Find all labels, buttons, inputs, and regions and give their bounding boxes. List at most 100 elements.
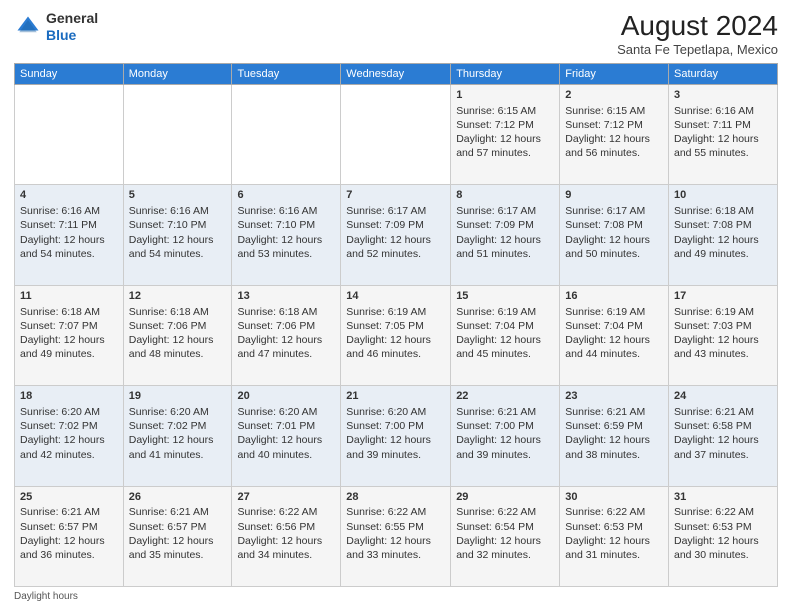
location-title: Santa Fe Tepetlapa, Mexico	[617, 42, 778, 57]
month-year-title: August 2024	[617, 10, 778, 42]
day-info-line: Sunset: 7:06 PM	[237, 319, 335, 333]
day-info-line: Sunset: 7:11 PM	[674, 118, 772, 132]
day-info-line: Sunrise: 6:21 AM	[20, 505, 118, 519]
calendar-cell	[341, 85, 451, 185]
calendar-header: SundayMondayTuesdayWednesdayThursdayFrid…	[15, 64, 778, 85]
day-number: 1	[456, 88, 554, 103]
header-day-saturday: Saturday	[669, 64, 778, 85]
calendar-cell: 23Sunrise: 6:21 AMSunset: 6:59 PMDayligh…	[560, 386, 669, 486]
logo: General Blue	[14, 10, 98, 44]
calendar-cell: 25Sunrise: 6:21 AMSunset: 6:57 PMDayligh…	[15, 486, 124, 586]
day-info-line: Daylight: 12 hours and 52 minutes.	[346, 233, 445, 261]
day-info-line: Sunrise: 6:22 AM	[346, 505, 445, 519]
calendar-cell	[15, 85, 124, 185]
logo-blue: Blue	[46, 27, 76, 43]
day-info-line: Sunrise: 6:22 AM	[237, 505, 335, 519]
calendar-cell: 2Sunrise: 6:15 AMSunset: 7:12 PMDaylight…	[560, 85, 669, 185]
day-number: 15	[456, 289, 554, 304]
week-row-2: 4Sunrise: 6:16 AMSunset: 7:11 PMDaylight…	[15, 185, 778, 285]
day-info-line: Sunrise: 6:17 AM	[346, 204, 445, 218]
day-info-line: Sunrise: 6:17 AM	[456, 204, 554, 218]
day-info-line: Sunrise: 6:16 AM	[20, 204, 118, 218]
day-info-line: Sunset: 6:59 PM	[565, 419, 663, 433]
day-info-line: Sunrise: 6:21 AM	[456, 405, 554, 419]
calendar-cell: 13Sunrise: 6:18 AMSunset: 7:06 PMDayligh…	[232, 285, 341, 385]
header: General Blue August 2024 Santa Fe Tepetl…	[14, 10, 778, 57]
day-number: 20	[237, 389, 335, 404]
day-info-line: Daylight: 12 hours and 49 minutes.	[674, 233, 772, 261]
day-info-line: Sunrise: 6:21 AM	[674, 405, 772, 419]
day-info-line: Sunset: 7:04 PM	[565, 319, 663, 333]
day-number: 11	[20, 289, 118, 304]
day-number: 6	[237, 188, 335, 203]
calendar-cell: 31Sunrise: 6:22 AMSunset: 6:53 PMDayligh…	[669, 486, 778, 586]
day-info-line: Sunset: 7:08 PM	[565, 218, 663, 232]
calendar-cell: 18Sunrise: 6:20 AMSunset: 7:02 PMDayligh…	[15, 386, 124, 486]
day-info-line: Daylight: 12 hours and 41 minutes.	[129, 433, 227, 461]
day-info-line: Daylight: 12 hours and 54 minutes.	[20, 233, 118, 261]
day-number: 17	[674, 289, 772, 304]
page: General Blue August 2024 Santa Fe Tepetl…	[0, 0, 792, 612]
calendar-table: SundayMondayTuesdayWednesdayThursdayFrid…	[14, 63, 778, 587]
calendar-cell: 11Sunrise: 6:18 AMSunset: 7:07 PMDayligh…	[15, 285, 124, 385]
day-number: 12	[129, 289, 227, 304]
day-info-line: Sunrise: 6:16 AM	[674, 104, 772, 118]
day-info-line: Daylight: 12 hours and 57 minutes.	[456, 132, 554, 160]
calendar-cell: 3Sunrise: 6:16 AMSunset: 7:11 PMDaylight…	[669, 85, 778, 185]
day-info-line: Sunrise: 6:15 AM	[565, 104, 663, 118]
day-info-line: Sunset: 7:03 PM	[674, 319, 772, 333]
day-info-line: Sunset: 7:01 PM	[237, 419, 335, 433]
day-info-line: Daylight: 12 hours and 36 minutes.	[20, 534, 118, 562]
calendar-cell: 6Sunrise: 6:16 AMSunset: 7:10 PMDaylight…	[232, 185, 341, 285]
day-number: 31	[674, 490, 772, 505]
day-info-line: Sunset: 6:57 PM	[20, 520, 118, 534]
calendar-cell: 17Sunrise: 6:19 AMSunset: 7:03 PMDayligh…	[669, 285, 778, 385]
day-info-line: Sunrise: 6:18 AM	[129, 305, 227, 319]
day-info-line: Daylight: 12 hours and 42 minutes.	[20, 433, 118, 461]
header-day-tuesday: Tuesday	[232, 64, 341, 85]
day-info-line: Sunset: 7:09 PM	[346, 218, 445, 232]
day-info-line: Sunset: 7:12 PM	[565, 118, 663, 132]
calendar-cell	[232, 85, 341, 185]
calendar-cell: 15Sunrise: 6:19 AMSunset: 7:04 PMDayligh…	[451, 285, 560, 385]
week-row-5: 25Sunrise: 6:21 AMSunset: 6:57 PMDayligh…	[15, 486, 778, 586]
title-block: August 2024 Santa Fe Tepetlapa, Mexico	[617, 10, 778, 57]
day-info-line: Daylight: 12 hours and 47 minutes.	[237, 333, 335, 361]
day-info-line: Sunset: 7:10 PM	[129, 218, 227, 232]
calendar-cell: 29Sunrise: 6:22 AMSunset: 6:54 PMDayligh…	[451, 486, 560, 586]
calendar-cell: 12Sunrise: 6:18 AMSunset: 7:06 PMDayligh…	[123, 285, 232, 385]
day-number: 25	[20, 490, 118, 505]
day-info-line: Sunrise: 6:16 AM	[129, 204, 227, 218]
day-info-line: Sunset: 7:12 PM	[456, 118, 554, 132]
day-info-line: Sunset: 7:02 PM	[20, 419, 118, 433]
day-info-line: Sunset: 7:09 PM	[456, 218, 554, 232]
day-info-line: Sunrise: 6:19 AM	[674, 305, 772, 319]
day-info-line: Sunset: 6:53 PM	[674, 520, 772, 534]
day-info-line: Sunrise: 6:22 AM	[565, 505, 663, 519]
day-info-line: Sunset: 6:57 PM	[129, 520, 227, 534]
day-info-line: Daylight: 12 hours and 43 minutes.	[674, 333, 772, 361]
day-info-line: Sunset: 6:56 PM	[237, 520, 335, 534]
day-info-line: Daylight: 12 hours and 33 minutes.	[346, 534, 445, 562]
day-info-line: Sunrise: 6:18 AM	[674, 204, 772, 218]
day-info-line: Daylight: 12 hours and 40 minutes.	[237, 433, 335, 461]
day-number: 2	[565, 88, 663, 103]
day-number: 4	[20, 188, 118, 203]
day-info-line: Sunrise: 6:19 AM	[346, 305, 445, 319]
header-day-wednesday: Wednesday	[341, 64, 451, 85]
day-info-line: Sunset: 7:00 PM	[346, 419, 445, 433]
day-info-line: Sunrise: 6:21 AM	[129, 505, 227, 519]
header-day-thursday: Thursday	[451, 64, 560, 85]
calendar-cell: 16Sunrise: 6:19 AMSunset: 7:04 PMDayligh…	[560, 285, 669, 385]
day-number: 22	[456, 389, 554, 404]
logo-general: General	[46, 10, 98, 26]
day-number: 26	[129, 490, 227, 505]
day-info-line: Daylight: 12 hours and 39 minutes.	[456, 433, 554, 461]
day-number: 8	[456, 188, 554, 203]
calendar-cell: 30Sunrise: 6:22 AMSunset: 6:53 PMDayligh…	[560, 486, 669, 586]
day-number: 23	[565, 389, 663, 404]
day-info-line: Sunset: 6:55 PM	[346, 520, 445, 534]
day-number: 3	[674, 88, 772, 103]
calendar-cell: 14Sunrise: 6:19 AMSunset: 7:05 PMDayligh…	[341, 285, 451, 385]
calendar-cell: 19Sunrise: 6:20 AMSunset: 7:02 PMDayligh…	[123, 386, 232, 486]
